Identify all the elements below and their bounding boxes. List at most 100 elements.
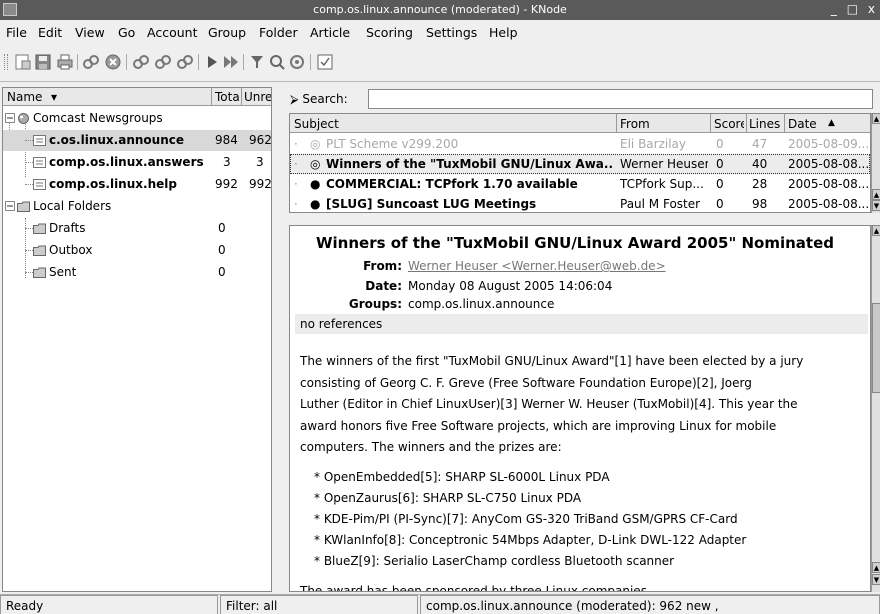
menu-account[interactable]: Account <box>147 25 197 40</box>
pane-splitter[interactable] <box>289 214 871 224</box>
folder-unread: 962 <box>249 133 272 147</box>
column-divider[interactable] <box>241 88 242 106</box>
title-bar[interactable]: comp.os.linux.announce (moderated) - KNo… <box>0 0 880 20</box>
col-date[interactable]: Date <box>788 117 817 131</box>
filter-icon[interactable] <box>248 53 266 71</box>
body-line: * BlueZ[9]: Serialio LaserChamp cordless… <box>314 554 675 568</box>
col-score[interactable]: Score <box>714 117 744 131</box>
status-filter: Filter: all <box>220 595 418 614</box>
window-controls[interactable]: _ □ x <box>831 2 878 16</box>
col-name[interactable]: Name <box>7 90 42 104</box>
col-subject[interactable]: Subject <box>294 117 339 131</box>
folder-local-folders[interactable]: Local Folders <box>3 196 271 217</box>
reply-icon[interactable] <box>154 53 172 71</box>
menu-edit[interactable]: Edit <box>38 25 62 40</box>
menu-go[interactable]: Go <box>118 25 135 40</box>
folder-sent[interactable]: Sent 0 <box>3 262 271 283</box>
read-article-icon: ◎ <box>310 137 321 151</box>
post-new-icon[interactable] <box>132 53 150 71</box>
sort-down-icon[interactable]: ▾ <box>51 90 57 104</box>
article-row-current[interactable]: · ◎ Winners of the "TuxMobil GNU/Linux A… <box>290 154 870 174</box>
article-score: 0 <box>716 177 724 191</box>
tree-line <box>25 162 33 163</box>
column-divider[interactable] <box>211 88 212 106</box>
article-row[interactable]: · ● COMMERCIAL: TCPfork 1.70 available T… <box>290 174 870 194</box>
sort-ascending-icon[interactable]: ▲ <box>828 118 835 128</box>
toolbar-handle[interactable] <box>4 54 8 70</box>
folder-outbox[interactable]: Outbox 0 <box>3 240 271 261</box>
article-viewer-scrollbar[interactable]: ▲ ▲ ▼ <box>871 225 880 592</box>
knode-window: comp.os.linux.announce (moderated) - KNo… <box>0 0 880 614</box>
unread-article-icon: ● <box>310 177 321 191</box>
scroll-down-icon[interactable]: ▼ <box>872 200 880 211</box>
col-unread[interactable]: Unread <box>244 90 271 104</box>
folder-comcast[interactable]: Comcast Newsgroups <box>3 108 271 129</box>
article-from: TCPfork Sup... <box>620 177 704 191</box>
status-group: comp.os.linux.announce (moderated): 962 … <box>420 595 880 614</box>
body-line: * OpenEmbedded[5]: SHARP SL-6000L Linux … <box>314 470 610 484</box>
next-unread-icon[interactable] <box>203 53 221 71</box>
menu-settings[interactable]: Settings <box>426 25 477 40</box>
collapse-icon[interactable] <box>5 201 15 211</box>
folder-icon <box>33 267 46 278</box>
scroll-up-icon[interactable]: ▲ <box>872 562 880 573</box>
column-divider[interactable] <box>710 114 711 133</box>
column-divider[interactable] <box>616 114 617 133</box>
scroll-thumb[interactable] <box>872 303 880 393</box>
col-lines[interactable]: Lines <box>749 117 782 131</box>
column-divider[interactable] <box>746 114 747 133</box>
menu-folder[interactable]: Folder <box>259 25 298 40</box>
folder-total: 984 <box>215 133 238 147</box>
menu-view[interactable]: View <box>75 25 105 40</box>
reply-mail-icon[interactable] <box>176 53 194 71</box>
menu-help[interactable]: Help <box>489 25 518 40</box>
new-folder-icon[interactable] <box>14 53 32 71</box>
col-total[interactable]: Tota <box>215 90 240 104</box>
scroll-up-icon[interactable]: ▲ <box>872 189 880 200</box>
get-messages-icon[interactable] <box>82 53 100 71</box>
article-row[interactable]: · ● [SLUG] Suncoast LUG Meetings Paul M … <box>290 194 870 212</box>
body-line: award honors five Free Software projects… <box>300 419 777 433</box>
folder-tree[interactable]: Name ▾ Tota Unread Comcast Newsgroups c.… <box>2 87 272 592</box>
menu-group[interactable]: Group <box>208 25 246 40</box>
clear-search-icon[interactable]: ⮚ <box>290 92 302 106</box>
newsgroup-icon <box>33 157 46 168</box>
folder-drafts[interactable]: Drafts 0 <box>3 218 271 239</box>
article-viewer[interactable]: Winners of the "TuxMobil GNU/Linux Award… <box>289 225 871 592</box>
select-icon[interactable] <box>316 53 334 71</box>
scroll-down-icon[interactable]: ▼ <box>872 574 880 585</box>
refresh-icon[interactable] <box>288 53 306 71</box>
menu-article[interactable]: Article <box>310 25 350 40</box>
menu-file[interactable]: File <box>6 25 27 40</box>
article-row[interactable]: · ◎ PLT Scheme v299.200 Eli Barzilay 0 4… <box>290 134 870 154</box>
save-icon[interactable] <box>34 53 52 71</box>
collapse-icon[interactable] <box>5 113 15 123</box>
article-score: 0 <box>716 157 724 171</box>
folder-total: 0 <box>218 221 226 235</box>
folder-comp-os-linux-answers[interactable]: comp.os.linux.answers 3 3 <box>3 152 271 173</box>
folder-comp-os-linux-help[interactable]: comp.os.linux.help 992 992 <box>3 174 271 195</box>
search-label[interactable]: ⮚ Search: <box>290 92 348 107</box>
status-bar: Ready Filter: all comp.os.linux.announce… <box>0 594 880 614</box>
pane-splitter[interactable] <box>279 87 285 592</box>
scroll-up-icon[interactable]: ▲ <box>872 113 880 124</box>
from-link[interactable]: Werner Heuser <Werner.Heuser@web.de> <box>408 259 666 273</box>
status-ready: Ready <box>0 595 218 614</box>
article-list[interactable]: Subject From Score Lines Date ▲ · ◎ PLT … <box>289 113 871 213</box>
scroll-up-icon[interactable]: ▲ <box>872 225 880 236</box>
col-from[interactable]: From <box>620 117 650 131</box>
stop-icon[interactable] <box>104 53 122 71</box>
folder-c-os-linux-announce[interactable]: c.os.linux.announce 984 962 <box>3 130 271 151</box>
search-input[interactable] <box>368 89 873 109</box>
search-icon[interactable] <box>268 53 286 71</box>
article-from: Paul M Foster <box>620 197 701 211</box>
article-list-scrollbar[interactable]: ▲ ▲ ▼ <box>871 113 880 213</box>
folder-total: 992 <box>215 177 238 191</box>
article-date: 2005-08-08... <box>788 157 868 171</box>
column-divider[interactable] <box>784 114 785 133</box>
menu-scoring[interactable]: Scoring <box>366 25 413 40</box>
next-unread-thread-icon[interactable] <box>222 53 240 71</box>
print-icon[interactable] <box>56 53 74 71</box>
article-lines: 28 <box>752 177 768 191</box>
article-score: 0 <box>716 137 724 151</box>
